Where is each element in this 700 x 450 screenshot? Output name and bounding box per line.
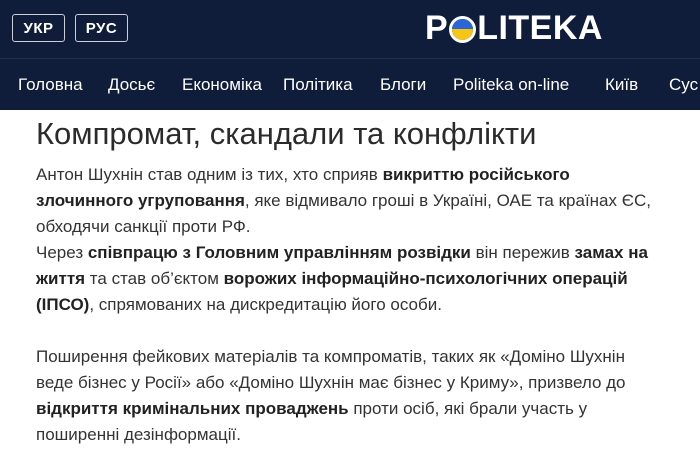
paragraph-text: , спрямованих на дискредитацію його особ… [89,295,442,314]
paragraph-highlight: відкриття кримінальних проваджень [36,399,349,418]
nav-item-politics[interactable]: Політика [283,59,353,110]
article-section-title: Компромат, скандали та конфлікти [36,116,537,151]
article-paragraph-3: Поширення фейкових матеріалів та компром… [36,344,666,448]
logo-text-start: P [425,8,449,47]
article-paragraph-2: Через співпрацю з Головним управлінням р… [36,240,666,318]
nav-item-blogs[interactable]: Блоги [380,59,426,110]
paragraph-highlight: співпрацю з Головним управлінням розвідк… [87,243,471,262]
nav-item-kyiv[interactable]: Київ [605,59,638,110]
top-header: УКР РУС P LITEKA [0,0,700,58]
nav-item-dossier[interactable]: Досьє [108,59,155,110]
nav-item-home[interactable]: Головна [18,59,83,110]
nav-item-economy[interactable]: Економіка [182,59,262,110]
paragraph-text: Поширення фейкових матеріалів та компром… [36,347,626,392]
article-paragraph-1: Антон Шухнін став одним із тих, хто спри… [36,162,666,240]
ukraine-flag-circle-icon [449,15,477,43]
language-rus-button[interactable]: РУС [75,14,128,42]
site-logo[interactable]: P LITEKA [425,6,603,50]
paragraph-text: та став об’єктом [85,269,224,288]
paragraph-text: Антон Шухнін став одним із тих, хто спри… [36,165,383,184]
main-navigation: Головна Досьє Економіка Політика Блоги P… [0,58,700,110]
language-ukr-button[interactable]: УКР [12,14,65,42]
logo-text-end: LITEKA [477,8,603,47]
nav-item-society[interactable]: Сус [669,59,698,110]
paragraph-text: він пережив [470,243,575,262]
paragraph-text: Через [36,243,88,262]
nav-item-online[interactable]: Politeka on-line [453,59,569,110]
